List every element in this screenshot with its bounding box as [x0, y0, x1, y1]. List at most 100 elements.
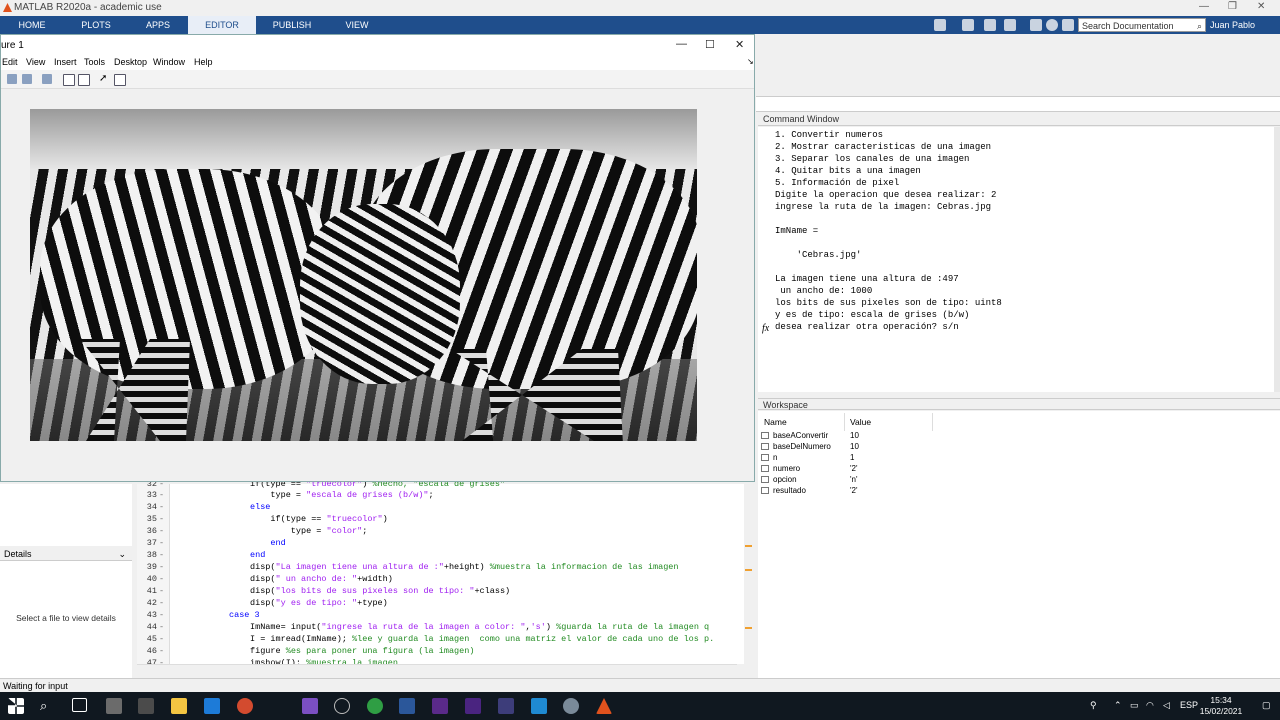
command-window[interactable]: 1. Convertir numeros 2. Mostrar caracter…: [758, 127, 1274, 392]
workspace-row[interactable]: baseAConvertir 10: [758, 430, 1058, 441]
premiere-icon[interactable]: [465, 698, 481, 714]
search-input[interactable]: Search Documentation ⌕: [1078, 18, 1206, 32]
menu-tools[interactable]: Tools: [84, 57, 105, 67]
breakpoint-marker[interactable]: -: [159, 621, 164, 633]
code-analyzer-marker[interactable]: [745, 627, 752, 629]
breakpoint-marker[interactable]: -: [159, 573, 164, 585]
workspace-row[interactable]: n 1: [758, 452, 1058, 463]
file-explorer-icon[interactable]: [171, 698, 187, 714]
app-icon[interactable]: [138, 698, 154, 714]
cut-icon[interactable]: [962, 19, 974, 31]
workspace-row[interactable]: opcion 'n': [758, 474, 1058, 485]
breakpoint-marker[interactable]: -: [159, 633, 164, 645]
workspace-row[interactable]: baseDelNumero 10: [758, 441, 1058, 452]
tab-plots[interactable]: PLOTS: [64, 16, 128, 34]
current-folder-bar[interactable]: [756, 96, 1280, 112]
breakpoint-marker[interactable]: -: [159, 489, 164, 501]
breakpoint-marker[interactable]: -: [159, 597, 164, 609]
minimize-icon[interactable]: —: [1199, 1, 1209, 12]
word-icon[interactable]: [399, 698, 415, 714]
save-figure-icon[interactable]: [7, 74, 17, 84]
expand-icon[interactable]: [1062, 19, 1074, 31]
breakpoint-marker[interactable]: -: [159, 537, 164, 549]
editor-horizontal-scrollbar[interactable]: [137, 664, 737, 674]
menu-view[interactable]: View: [26, 57, 45, 67]
taskbar-clock[interactable]: 15:34 15/02/2021: [1198, 695, 1244, 717]
workspace-row[interactable]: numero '2': [758, 463, 1058, 474]
menu-desktop[interactable]: Desktop: [114, 57, 147, 67]
figure-window[interactable]: ure 1 — ☐ ✕ Edit View Insert Tools Deskt…: [0, 34, 755, 482]
breakpoint-marker[interactable]: -: [159, 501, 164, 513]
column-divider[interactable]: [844, 413, 845, 431]
editor-vertical-scrollbar[interactable]: [744, 484, 754, 664]
matlab-taskbar-icon[interactable]: [596, 698, 612, 714]
chevron-down-icon[interactable]: ⌄: [118, 547, 126, 561]
property-editor-icon[interactable]: [114, 74, 126, 86]
workspace-col-name[interactable]: Name: [764, 417, 787, 427]
breakpoint-marker[interactable]: -: [159, 609, 164, 621]
wifi-icon[interactable]: ◠: [1146, 700, 1154, 711]
maximize-icon[interactable]: ☐: [705, 38, 715, 51]
undo-icon[interactable]: [1004, 19, 1016, 31]
chrome-icon[interactable]: [367, 698, 383, 714]
app-icon[interactable]: [563, 698, 579, 714]
menu-help[interactable]: Help: [194, 57, 213, 67]
menu-insert[interactable]: Insert: [54, 57, 77, 67]
column-divider[interactable]: [932, 413, 933, 431]
print-icon[interactable]: [22, 74, 32, 84]
menu-window[interactable]: Window: [153, 57, 185, 67]
mail-icon[interactable]: [204, 698, 220, 714]
workspace-row[interactable]: resultado '2': [758, 485, 1058, 496]
close-icon[interactable]: ✕: [1257, 1, 1265, 12]
app-icon[interactable]: [106, 698, 122, 714]
app-icon[interactable]: [498, 698, 514, 714]
current-folder-list[interactable]: [0, 484, 132, 546]
breakpoint-marker[interactable]: -: [159, 585, 164, 597]
legend-icon[interactable]: [78, 74, 90, 86]
workspace-panel[interactable]: Name Value baseAConvertir 10 baseDelNume…: [758, 411, 1280, 678]
close-icon[interactable]: ✕: [735, 38, 744, 51]
tab-home[interactable]: HOME: [0, 16, 64, 34]
language-indicator[interactable]: ESP: [1180, 700, 1198, 710]
volume-icon[interactable]: ◁: [1163, 700, 1170, 711]
dock-icon[interactable]: ↘: [747, 57, 754, 66]
tab-apps[interactable]: APPS: [128, 16, 188, 34]
save-icon[interactable]: [934, 19, 946, 31]
start-icon[interactable]: [8, 698, 24, 714]
tab-publish[interactable]: PUBLISH: [256, 16, 328, 34]
restore-icon[interactable]: ❐: [1228, 1, 1237, 12]
redo-icon[interactable]: [1030, 19, 1042, 31]
pointer-icon[interactable]: ➚: [99, 74, 109, 84]
minimize-icon[interactable]: —: [676, 38, 687, 50]
code-editor[interactable]: 32- if(type == "truecolor") %hecho, "esca…: [137, 479, 744, 668]
search-icon[interactable]: ⌕: [1197, 19, 1202, 33]
breakpoint-marker[interactable]: -: [159, 561, 164, 573]
breakpoint-marker[interactable]: -: [159, 525, 164, 537]
breakpoint-marker[interactable]: -: [159, 513, 164, 525]
breakpoint-marker[interactable]: -: [159, 549, 164, 561]
copy-icon[interactable]: [984, 19, 996, 31]
search-icon[interactable]: ⌕: [40, 698, 56, 714]
figure-title-bar[interactable]: ure 1 — ☐ ✕: [1, 35, 754, 55]
chevron-up-icon[interactable]: ⌃: [1114, 700, 1122, 711]
app-icon[interactable]: [334, 698, 350, 714]
people-icon[interactable]: ⚲: [1090, 700, 1097, 711]
colorbar-icon[interactable]: [63, 74, 75, 86]
visual-studio-icon[interactable]: [302, 698, 318, 714]
notification-icon[interactable]: ▢: [1262, 700, 1271, 711]
menu-edit[interactable]: Edit: [2, 57, 18, 67]
network-icon[interactable]: ▭: [1130, 700, 1139, 711]
breakpoint-marker[interactable]: -: [159, 645, 164, 657]
vscode-icon[interactable]: [531, 698, 547, 714]
tab-view[interactable]: VIEW: [328, 16, 386, 34]
link-icon[interactable]: [42, 74, 52, 84]
details-header[interactable]: Details ⌄: [0, 547, 132, 561]
workspace-col-value[interactable]: Value: [850, 417, 871, 427]
code-analyzer-marker[interactable]: [745, 545, 752, 547]
help-icon[interactable]: [1046, 19, 1058, 31]
command-window-scrollbar[interactable]: [1274, 127, 1280, 392]
task-view-icon[interactable]: [72, 698, 87, 712]
user-name[interactable]: Juan Pablo: [1210, 16, 1255, 34]
app-icon[interactable]: [237, 698, 253, 714]
tab-editor[interactable]: EDITOR: [188, 16, 256, 34]
